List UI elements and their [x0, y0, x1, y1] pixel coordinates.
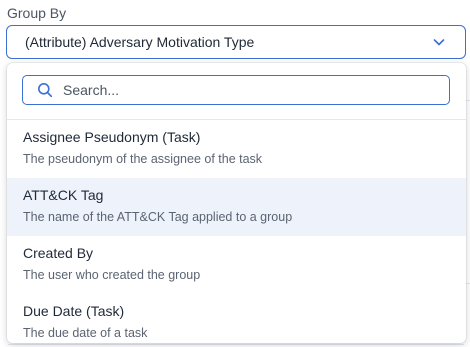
- option-title: Due Date (Task): [23, 303, 125, 319]
- group-by-select[interactable]: (Attribute) Adversary Motivation Type: [6, 25, 466, 59]
- option-title: Created By: [23, 245, 94, 261]
- option-due-date-task[interactable]: Due Date (Task) The due date of a task: [7, 294, 466, 343]
- search-input[interactable]: [63, 82, 423, 98]
- background-divider: [466, 283, 470, 284]
- search-icon: [38, 83, 53, 98]
- option-description: The pseudonym of the assignee of the tas…: [23, 152, 263, 166]
- option-assignee-pseudonym-task[interactable]: Assignee Pseudonym (Task) The pseudonym …: [7, 120, 466, 178]
- option-attck-tag[interactable]: ATT&CK Tag The name of the ATT&CK Tag ap…: [7, 178, 466, 236]
- group-by-label: Group By: [7, 5, 67, 21]
- search-field[interactable]: [22, 75, 450, 105]
- background-divider: [8, 344, 464, 345]
- group-by-dropdown: Assignee Pseudonym (Task) The pseudonym …: [7, 63, 466, 343]
- chevron-down-icon[interactable]: [431, 34, 447, 50]
- option-created-by[interactable]: Created By The user who created the grou…: [7, 236, 466, 294]
- search-section: [7, 63, 466, 120]
- option-title: ATT&CK Tag: [23, 187, 104, 203]
- option-description: The name of the ATT&CK Tag applied to a …: [23, 210, 293, 224]
- option-title: Assignee Pseudonym (Task): [23, 129, 201, 145]
- option-description: The user who created the group: [23, 268, 201, 282]
- group-by-selected-value: (Attribute) Adversary Motivation Type: [25, 34, 255, 50]
- option-description: The due date of a task: [23, 326, 148, 340]
- background-divider: [466, 100, 470, 101]
